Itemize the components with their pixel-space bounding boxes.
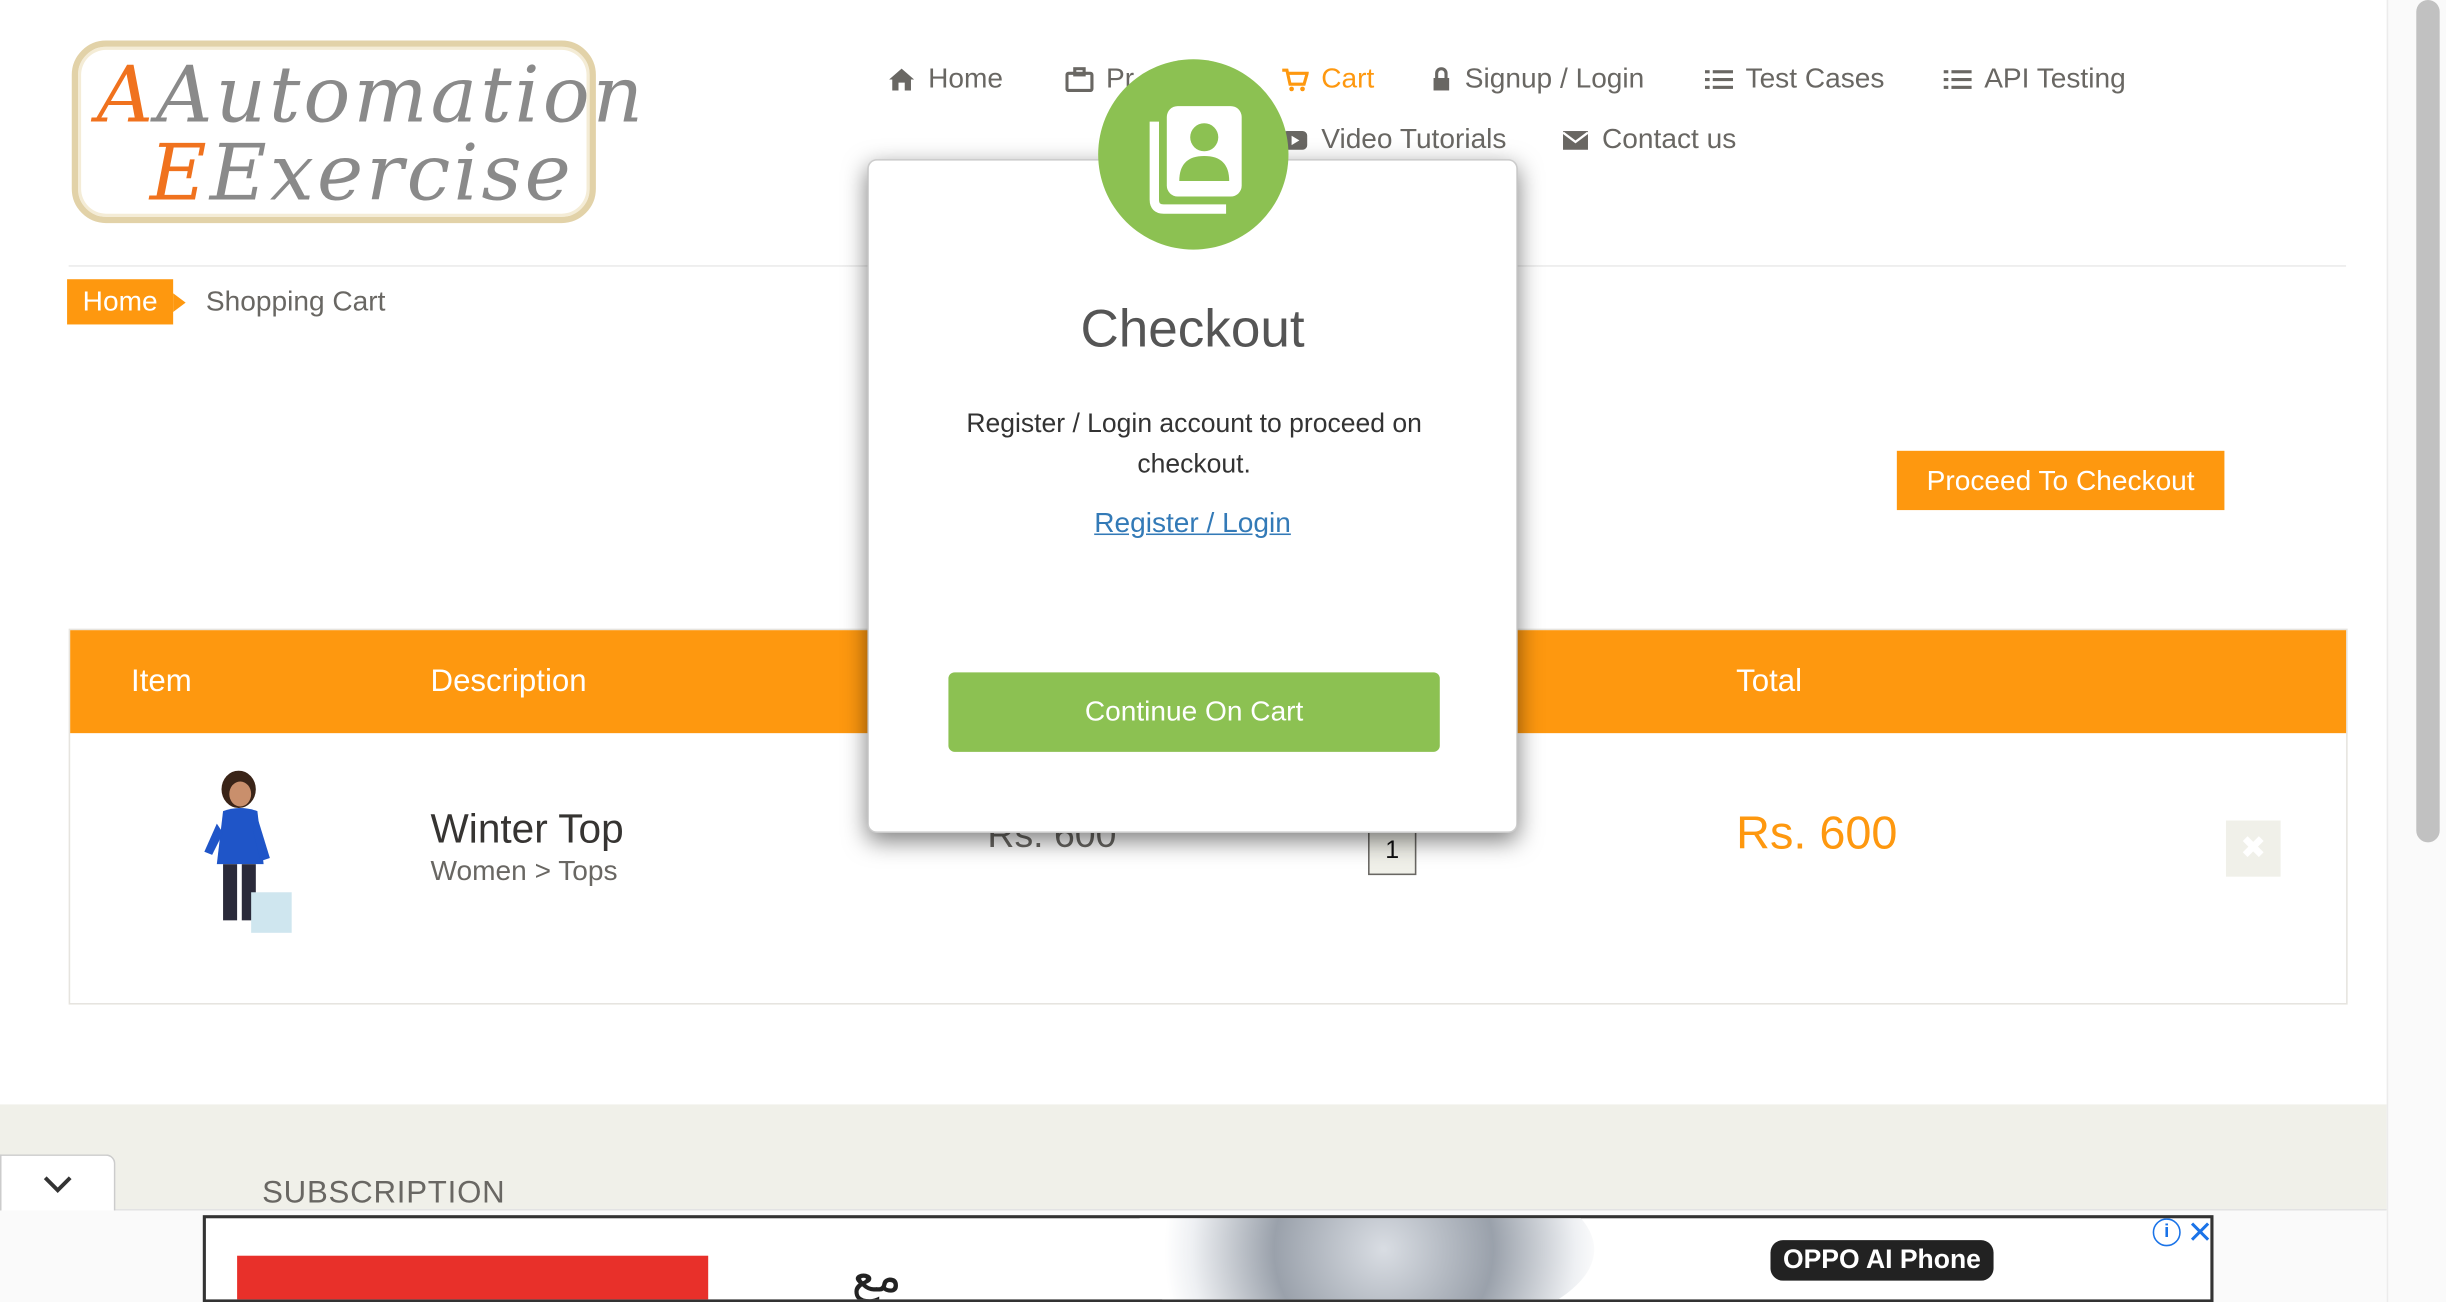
ad-brand-label: OPPO AI Phone <box>1770 1240 1994 1281</box>
breadcrumb-current: Shopping Cart <box>205 285 386 317</box>
nav-cart-label: Cart <box>1321 62 1375 94</box>
header-total: Total <box>1736 664 1803 699</box>
nav-home[interactable]: Home <box>888 62 1003 95</box>
nav-api-testing[interactable]: API Testing <box>1943 62 2126 95</box>
header-description: Description <box>430 664 587 699</box>
product-total: Rs. 600 <box>1736 808 1898 860</box>
modal-badge <box>1098 59 1289 250</box>
breadcrumb-home[interactable]: Home <box>67 279 186 325</box>
ad-collapse-toggle[interactable] <box>0 1154 116 1211</box>
product-quantity: 1 <box>1368 828 1417 876</box>
proceed-to-checkout-button[interactable]: Proceed To Checkout <box>1896 450 2225 511</box>
product-name[interactable]: Winter Top <box>431 805 624 853</box>
register-login-link[interactable]: Register / Login <box>869 507 1516 540</box>
list-icon <box>1704 69 1734 89</box>
nav-api-testing-label: API Testing <box>1984 62 2126 94</box>
page: AAutomation EExercise Home Pr Cart Signu… <box>0 0 2446 1302</box>
subscription-title: SUBSCRIPTION <box>262 1176 506 1211</box>
ad-phone-image <box>1126 1218 1595 1300</box>
checkout-modal: Checkout Register / Login account to pro… <box>867 159 1518 833</box>
scrollbar-thumb[interactable] <box>2416 0 2440 843</box>
product-category: Women > Tops <box>430 854 618 887</box>
contacts-icon <box>1149 106 1242 214</box>
ad-banner[interactable]: مع OPPO AI Phone i ✕ <box>202 1215 2214 1302</box>
modal-message: Register / Login account to proceed on c… <box>966 408 1422 479</box>
delete-item-button[interactable]: ✖ <box>2225 820 2281 877</box>
ad-close-icon[interactable]: ✕ <box>2187 1218 2210 1252</box>
nav-contact-us[interactable]: Contact us <box>1561 123 1736 156</box>
envelope-icon <box>1562 130 1589 149</box>
briefcase-icon <box>1065 66 1094 92</box>
nav-cart[interactable]: Cart <box>1281 62 1375 95</box>
header-item: Item <box>131 664 192 699</box>
ad-info-icon[interactable]: i <box>2152 1218 2181 1247</box>
nav-video-label: Video Tutorials <box>1321 123 1507 155</box>
logo-line1: AAutomation <box>96 49 647 141</box>
logo-line2: EExercise <box>149 127 574 219</box>
close-icon: ✖ <box>2240 831 2267 866</box>
continue-on-cart-button[interactable]: Continue On Cart <box>948 672 1440 752</box>
nav-signup-label: Signup / Login <box>1464 62 1645 94</box>
ad-arabic-text: مع <box>851 1251 902 1302</box>
nav-contact-label: Contact us <box>1602 123 1737 155</box>
lock-icon <box>1433 66 1450 90</box>
nav-home-label: Home <box>928 62 1004 94</box>
nav-video-tutorials[interactable]: Video Tutorials <box>1281 123 1507 156</box>
list-icon <box>1943 69 1972 89</box>
nav-test-cases[interactable]: Test Cases <box>1704 62 1885 95</box>
site-logo[interactable]: AAutomation EExercise <box>71 40 643 224</box>
nav-signup-login[interactable]: Signup / Login <box>1430 62 1644 95</box>
chevron-down-icon <box>43 1176 72 1193</box>
home-icon <box>889 67 915 90</box>
nav-test-cases-label: Test Cases <box>1745 62 1885 94</box>
product-image[interactable] <box>170 770 310 939</box>
modal-title: Checkout <box>1080 299 1305 359</box>
ad-red-block <box>237 1255 709 1300</box>
